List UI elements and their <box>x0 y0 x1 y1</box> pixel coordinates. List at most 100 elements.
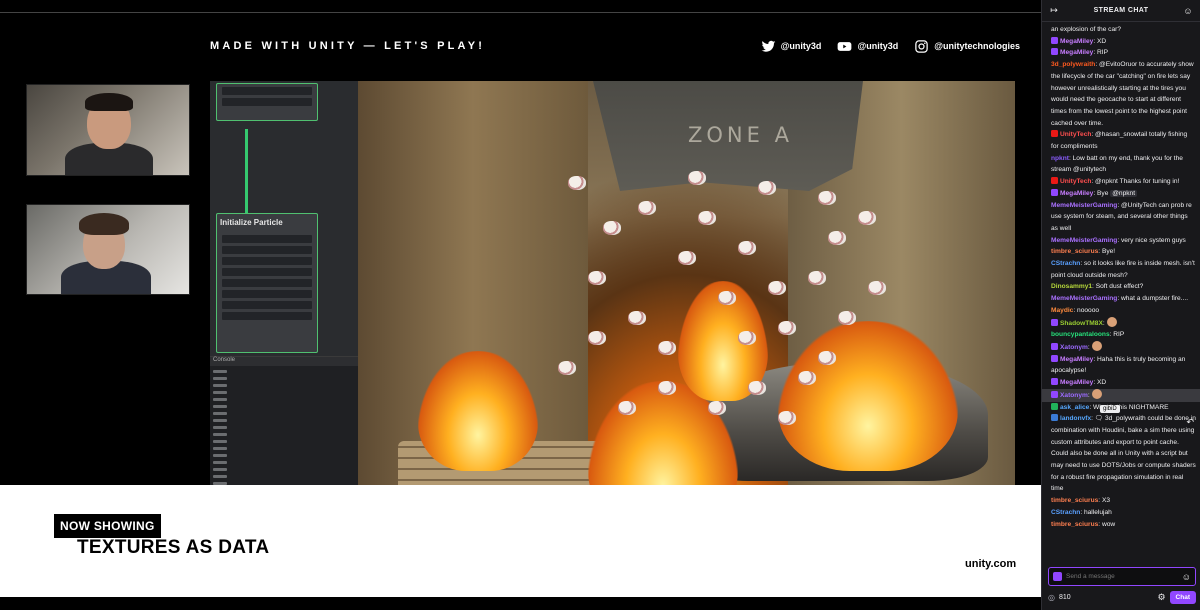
chat-username[interactable]: MegaMiley <box>1060 38 1093 45</box>
chat-message-input[interactable] <box>1066 573 1178 580</box>
chat-username[interactable]: MemeMeisterGaming <box>1051 202 1117 209</box>
cow-particle <box>768 281 786 295</box>
chat-settings-icon[interactable]: ⚙ <box>1157 592 1165 603</box>
chat-send-button[interactable]: Chat <box>1169 591 1196 604</box>
cow-particle <box>778 321 796 335</box>
chat-username[interactable]: Xatonym <box>1060 344 1088 351</box>
chat-message-text: an explosion of the car? <box>1051 26 1122 33</box>
chat-username[interactable]: UnityTech <box>1060 178 1091 185</box>
chat-message-text: : Bye <box>1093 189 1111 197</box>
chat-message: timbre_sciurus: wow <box>1051 519 1196 531</box>
cow-particle <box>658 381 676 395</box>
game-view: ZONE A <box>358 81 1015 533</box>
zone-sign-text: ZONE A <box>688 123 793 147</box>
chat-username[interactable]: Xatonym <box>1060 392 1088 399</box>
chat-message: Xatonym: <box>1042 388 1200 402</box>
webcam-host-1 <box>26 84 190 176</box>
user-badge-icon <box>1051 48 1058 56</box>
cow-particle <box>678 251 696 265</box>
user-badge-icon <box>1051 342 1058 350</box>
instagram-icon <box>915 39 928 53</box>
chat-message: Xatonym: <box>1051 340 1196 354</box>
chat-username[interactable]: Dinosammy1 <box>1051 283 1092 290</box>
chat-username[interactable]: timbre_sciurus <box>1051 248 1098 255</box>
user-badge-icon <box>1051 354 1058 362</box>
chat-message: UnityTech: @npknt Thanks for tuning in! <box>1051 176 1196 188</box>
user-badge-icon <box>1051 130 1058 138</box>
cow-particle <box>558 361 576 375</box>
chat-username[interactable]: MegaMiley <box>1060 379 1093 386</box>
cow-particle <box>708 401 726 415</box>
chat-username[interactable]: landonvfx <box>1060 415 1091 422</box>
chat-username[interactable]: CStrachn <box>1051 509 1080 516</box>
chat-username[interactable]: 3d_polywraith <box>1051 61 1095 68</box>
emote-icon[interactable] <box>1091 340 1102 351</box>
emote-icon[interactable] <box>1091 388 1102 399</box>
chat-username[interactable]: UnityTech <box>1060 131 1091 138</box>
chat-username[interactable]: Maydic <box>1051 307 1073 314</box>
cow-particle <box>828 231 846 245</box>
chat-message-text: : @EvitoOruor to accurately show the lif… <box>1051 61 1194 127</box>
chat-message-text: : XD <box>1093 37 1107 45</box>
chat-username[interactable]: MegaMiley <box>1060 190 1093 197</box>
chat-message-text: : <box>1087 343 1090 351</box>
chat-username[interactable]: MemeMeisterGaming <box>1051 237 1117 244</box>
chat-message-text: : RIP <box>1093 49 1109 57</box>
chat-username[interactable]: MegaMiley <box>1060 356 1093 363</box>
chat-input-box[interactable]: ☺ <box>1048 567 1196 586</box>
cow-particle <box>698 211 716 225</box>
emote-picker-icon[interactable]: ☺ <box>1182 572 1191 582</box>
chat-message-text: : Soft dust effect? <box>1092 283 1144 291</box>
stream-video[interactable]: MADE WITH UNITY — LET'S PLAY! @unity3d @… <box>0 0 1041 610</box>
chat-message: MemeMeisterGaming: very nice system guys <box>1051 235 1196 247</box>
user-badge-icon <box>1051 414 1058 422</box>
channel-points-value: 810 <box>1058 594 1071 601</box>
user-badge-icon <box>1051 318 1058 326</box>
chat-message-text: : Bye! <box>1098 248 1116 256</box>
webcam-host-2 <box>26 204 190 295</box>
chat-message-text: : 🗨 3d_polywraith could be done in combi… <box>1051 415 1196 493</box>
reply-icon[interactable]: ↶ <box>1186 417 1194 428</box>
chat-message-text: : <box>1087 391 1090 399</box>
top-divider <box>0 12 1041 13</box>
cow-particle <box>738 241 756 255</box>
chat-username[interactable]: ask_alice <box>1060 404 1089 411</box>
chat-message: MegaMiley: Haha this is truly becoming a… <box>1051 354 1196 377</box>
cow-particle <box>718 291 736 305</box>
now-showing-label: NOW SHOWING <box>54 514 161 538</box>
chat-message: MegaMiley: Bye @npknt <box>1051 188 1196 200</box>
chat-footer: ◎ 810 ⚙ Chat <box>1048 590 1196 605</box>
cow-particle <box>858 211 876 225</box>
chat-message: Dinosammy1: Soft dust effect? <box>1051 281 1196 293</box>
user-badge-icon <box>1051 402 1058 410</box>
twitter-icon <box>761 40 776 52</box>
chat-message: landonvfx: 🗨 3d_polywraith could be done… <box>1051 413 1196 495</box>
chat-username[interactable]: MegaMiley <box>1060 49 1093 56</box>
cow-particle <box>618 401 636 415</box>
chat-message-text: : XD <box>1093 379 1107 387</box>
chat-username[interactable]: timbre_sciurus <box>1051 521 1098 528</box>
vfx-graph-panel: Initialize Particle Console <box>210 81 358 533</box>
chat-username[interactable]: ShadowTM8X <box>1060 320 1103 327</box>
collapse-arrow-icon[interactable]: ↦ <box>1048 5 1060 16</box>
cow-particle <box>628 311 646 325</box>
stream-header: MADE WITH UNITY — LET'S PLAY! @unity3d @… <box>210 36 1020 56</box>
chat-message-text: : RIP <box>1109 331 1125 339</box>
chat-message-text: : <box>1102 319 1105 327</box>
chat-username[interactable]: CStrachn <box>1051 260 1080 267</box>
twitter-handle: @unity3d <box>761 39 821 54</box>
show-title: TEXTURES AS DATA <box>77 537 270 558</box>
chat-username[interactable]: MemeMeisterGaming <box>1051 295 1117 302</box>
chat-message-text: : Low batt on my end, thank you for the … <box>1051 154 1183 174</box>
chat-message: bouncypantaloons: RIP <box>1051 329 1196 341</box>
chat-username[interactable]: timbre_sciurus <box>1051 497 1098 504</box>
chat-message: ShadowTM8X: <box>1051 316 1196 330</box>
chat-message-list[interactable]: an explosion of the car? MegaMiley: XD Meg… <box>1042 24 1200 562</box>
chat-username[interactable]: bouncypantaloons <box>1051 331 1110 338</box>
channel-points-icon[interactable]: ◎ <box>1048 593 1055 602</box>
emote-icon[interactable] <box>1106 316 1117 327</box>
chat-mention[interactable]: @npknt <box>1110 189 1138 197</box>
chat-message: MegaMiley: XD <box>1051 36 1196 48</box>
community-icon[interactable]: ☺ <box>1182 6 1194 16</box>
chat-username[interactable]: npknt <box>1051 155 1069 162</box>
